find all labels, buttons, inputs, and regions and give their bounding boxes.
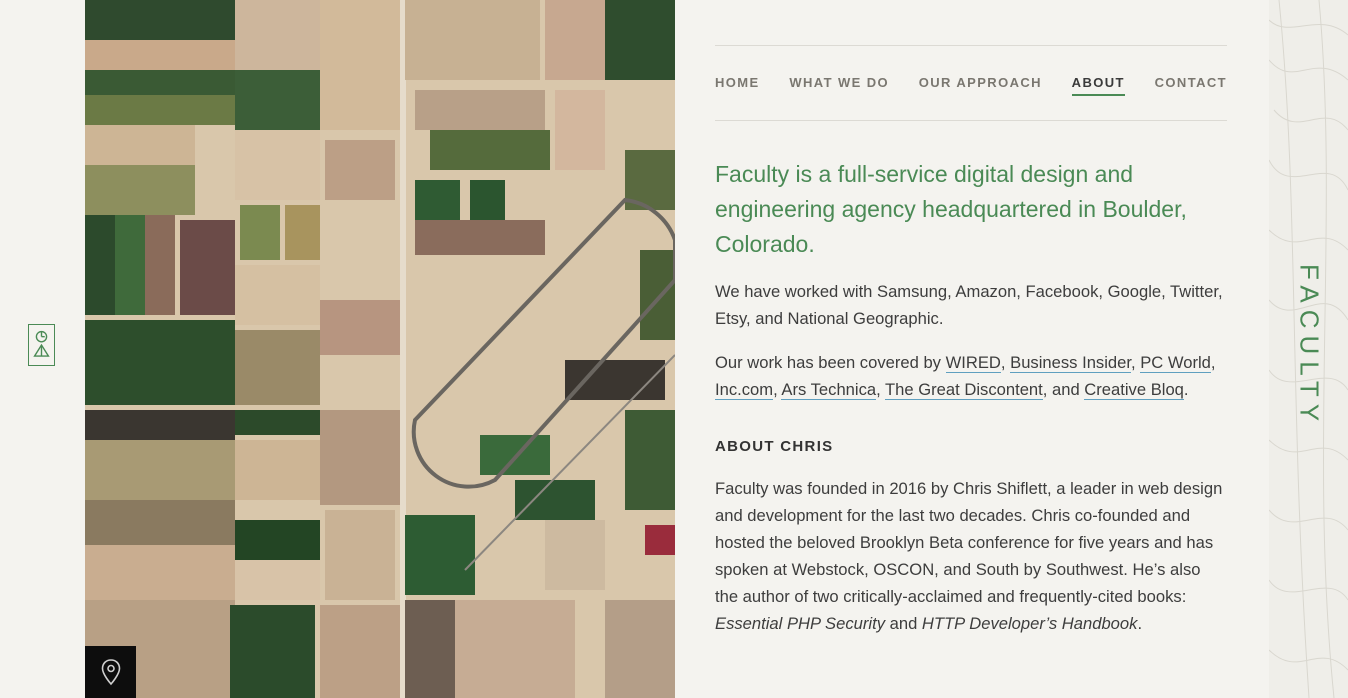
clients-paragraph: We have worked with Samsung, Amazon, Fac…: [715, 282, 1223, 328]
about-heading: ABOUT CHRIS: [715, 438, 834, 455]
bio-paragraph: Faculty was founded in 2016 by Chris Shi…: [715, 479, 1223, 633]
faculty-logo[interactable]: [28, 324, 55, 366]
faculty-mark-icon: [33, 330, 50, 357]
nav-what-we-do[interactable]: WHAT WE DO: [789, 75, 889, 96]
nav-our-approach[interactable]: OUR APPROACH: [919, 75, 1042, 96]
intro-lede: Faculty is a full-service digital design…: [715, 161, 1187, 257]
location-button[interactable]: [85, 646, 136, 698]
main-content: HOME WHAT WE DO OUR APPROACH ABOUT CONTA…: [715, 45, 1227, 637]
primary-nav: HOME WHAT WE DO OUR APPROACH ABOUT CONTA…: [715, 45, 1227, 121]
nav-home[interactable]: HOME: [715, 75, 760, 96]
book-title: HTTP Developer’s Handbook: [921, 614, 1138, 633]
press-link-inc[interactable]: Inc.com: [715, 380, 774, 400]
press-link-ars-technica[interactable]: Ars Technica: [781, 380, 877, 400]
book-title: Essential PHP Security: [715, 614, 885, 633]
press-link-wired[interactable]: WIRED: [945, 353, 1001, 373]
nav-about[interactable]: ABOUT: [1071, 75, 1125, 96]
press-paragraph: Our work has been covered by WIRED, Busi…: [715, 353, 1216, 400]
press-link-creative-bloq[interactable]: Creative Bloq: [1084, 380, 1184, 400]
press-link-business-insider[interactable]: Business Insider: [1010, 353, 1131, 373]
press-prefix: Our work has been covered by: [715, 353, 946, 372]
map-pin-icon: [101, 659, 120, 686]
faculty-wordmark: FACULTY: [1294, 263, 1325, 429]
press-link-pc-world[interactable]: PC World: [1140, 353, 1211, 373]
aerial-photo: [85, 0, 675, 698]
press-link-great-discontent[interactable]: The Great Discontent: [885, 380, 1043, 400]
nav-contact[interactable]: CONTACT: [1155, 75, 1227, 96]
